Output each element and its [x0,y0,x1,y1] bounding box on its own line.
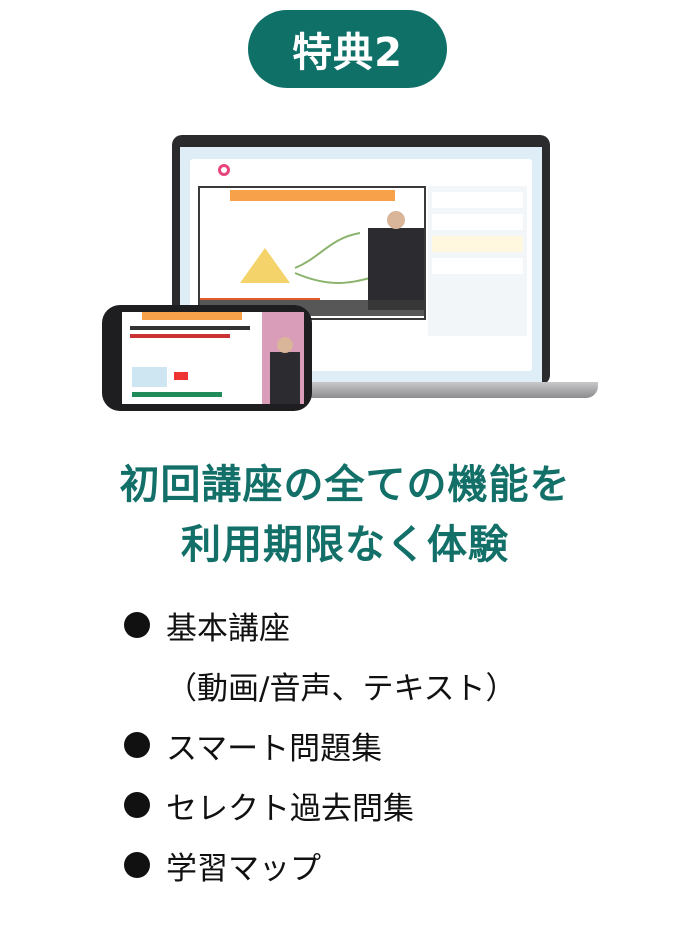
playlist-panel [428,186,527,336]
badge-label: 特典2 [292,30,403,76]
feature-item: 学習マップ [124,835,517,895]
benefit-badge: 特典2 [248,10,447,88]
bullet-icon [124,612,150,638]
feature-item: 基本講座 [124,595,517,655]
headline-line-1: 初回講座の全ての機能を [119,462,571,508]
feature-item: スマート問題集 [124,715,517,775]
bullet-icon [124,852,150,878]
feature-label: セレクト過去問集 [166,790,414,827]
feature-item-note: （動画/音声、テキスト） [124,655,517,715]
video-player [198,186,426,320]
feature-item: セレクト過去問集 [124,775,517,835]
bullet-icon [124,732,150,758]
feature-label: スマート問題集 [166,730,383,767]
feature-list: 基本講座 （動画/音声、テキスト） スマート問題集 セレクト過去問集 学習マップ [124,595,517,895]
headline-line-2: 利用期限なく体験 [181,522,509,568]
feature-label: 基本講座 [166,610,290,647]
bullet-icon [124,792,150,818]
feature-label: （動画/音声、テキスト） [166,670,517,707]
feature-label: 学習マップ [166,850,321,887]
device-illustration [100,130,600,415]
smartphone-image [102,305,312,411]
